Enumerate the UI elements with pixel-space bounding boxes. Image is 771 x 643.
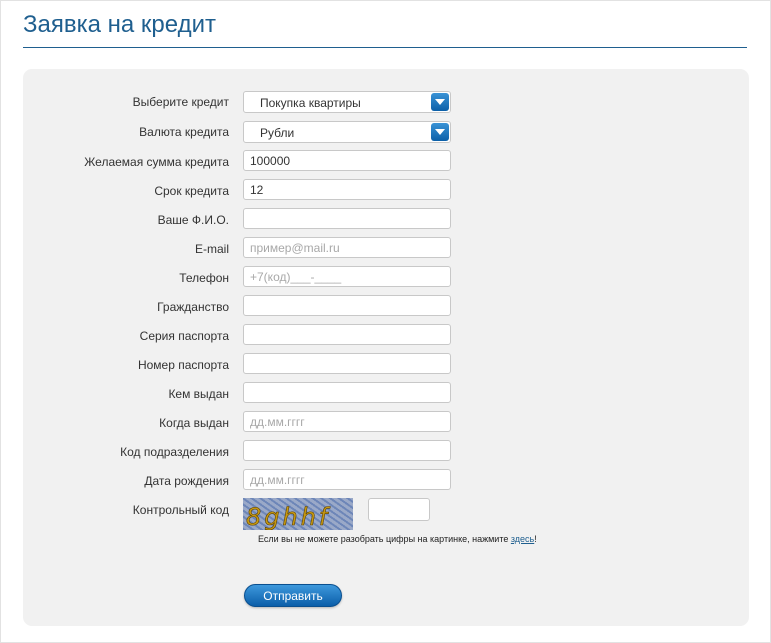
captcha-hint-text: Если вы не можете разобрать цифры на кар… — [258, 534, 511, 544]
page-frame: Заявка на кредит Выберите кредит Покупка… — [0, 0, 771, 643]
credit-type-select[interactable]: Покупка квартиры — [243, 91, 451, 113]
birth-date-field[interactable] — [243, 469, 451, 490]
captcha-label: Контрольный код — [132, 503, 229, 517]
page-title: Заявка на кредит — [23, 11, 216, 38]
term-field[interactable] — [243, 179, 451, 200]
amount-label: Желаемая сумма кредита — [84, 155, 229, 169]
issued-by-label: Кем выдан — [168, 387, 229, 401]
citizenship-field[interactable] — [243, 295, 451, 316]
citizenship-label: Гражданство — [157, 300, 229, 314]
issued-by-field[interactable] — [243, 382, 451, 403]
email-field[interactable] — [243, 237, 451, 258]
passport-series-label: Серия паспорта — [139, 329, 229, 343]
captcha-hint: Если вы не можете разобрать цифры на кар… — [258, 534, 537, 544]
passport-number-label: Номер паспорта — [137, 358, 229, 372]
captcha-input[interactable] — [368, 498, 430, 521]
captcha-text: 8ghhf — [246, 503, 331, 530]
phone-label: Телефон — [179, 271, 229, 285]
amount-field[interactable] — [243, 150, 451, 171]
captcha-image: 8ghhf — [243, 498, 353, 530]
chevron-down-icon[interactable] — [431, 123, 449, 141]
division-code-field[interactable] — [243, 440, 451, 461]
issue-date-field[interactable] — [243, 411, 451, 432]
full-name-label: Ваше Ф.И.О. — [157, 213, 229, 227]
currency-value: Рубли — [260, 126, 295, 140]
captcha-hint-suffix: ! — [534, 534, 537, 544]
currency-select[interactable]: Рубли — [243, 121, 451, 143]
credit-type-value: Покупка квартиры — [260, 96, 361, 110]
email-label: E-mail — [194, 242, 229, 256]
title-divider — [23, 47, 747, 48]
term-label: Срок кредита — [154, 184, 229, 198]
passport-number-field[interactable] — [243, 353, 451, 374]
full-name-field[interactable] — [243, 208, 451, 229]
captcha-refresh-link[interactable]: здесь — [511, 534, 534, 544]
birth-date-label: Дата рождения — [144, 474, 229, 488]
currency-label: Валюта кредита — [139, 125, 229, 139]
phone-field[interactable] — [243, 266, 451, 287]
issue-date-label: Когда выдан — [159, 416, 229, 430]
passport-series-field[interactable] — [243, 324, 451, 345]
submit-button[interactable]: Отправить — [244, 584, 342, 607]
chevron-down-icon[interactable] — [431, 93, 449, 111]
division-code-label: Код подразделения — [120, 445, 229, 459]
credit-type-label: Выберите кредит — [132, 95, 229, 109]
